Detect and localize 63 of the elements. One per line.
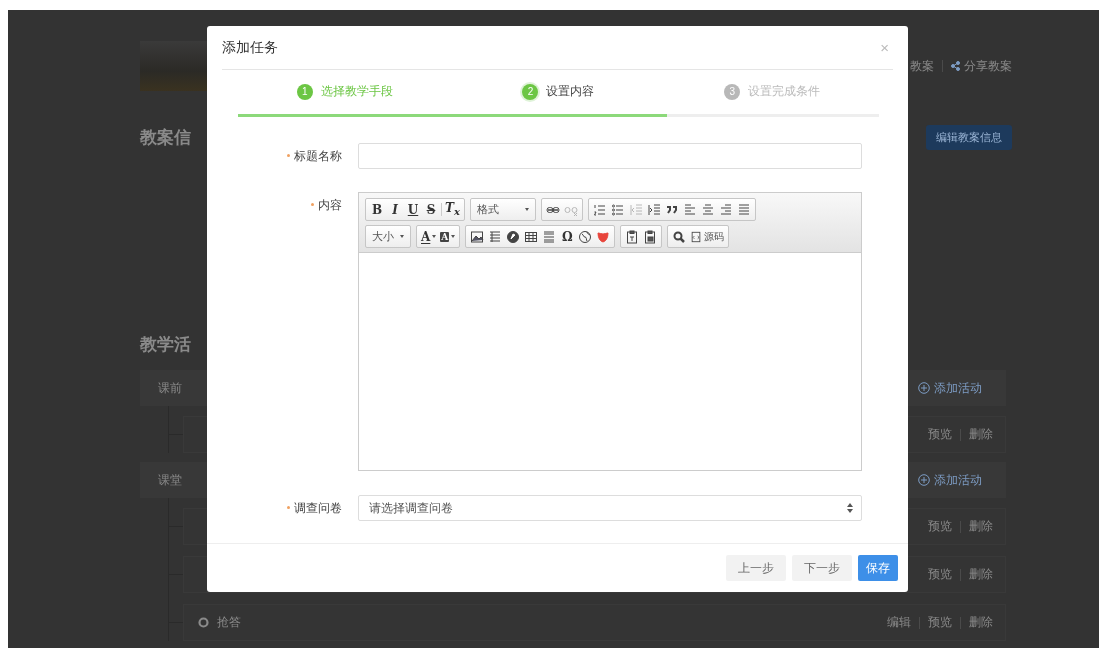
step-label: 选择教学手段 — [320, 83, 393, 100]
clipboard-icon[interactable] — [625, 229, 640, 244]
shield-icon[interactable] — [596, 229, 611, 244]
italic-button[interactable]: I — [386, 200, 404, 219]
align-right-icon[interactable] — [718, 202, 733, 217]
title-input-field[interactable] — [358, 143, 862, 169]
stage-title: 课前 — [158, 379, 182, 397]
format-dropdown[interactable]: 格式 — [472, 200, 533, 219]
step-label: 设置完成条件 — [748, 83, 821, 100]
row-action-link[interactable]: 删除 — [969, 426, 993, 443]
align-center-icon[interactable] — [700, 202, 715, 217]
sort-arrows-icon — [847, 503, 853, 513]
stage-title: 课堂 — [158, 471, 182, 489]
row-action-link[interactable]: 预览 — [928, 614, 952, 631]
activity-name: 抢答 — [217, 614, 241, 631]
row-action-link[interactable]: 编辑 — [887, 614, 911, 631]
cover-image-placeholder — [140, 41, 210, 91]
lines-icon[interactable] — [488, 229, 503, 244]
add-activity-link[interactable]: 添加活动 — [918, 379, 982, 397]
dialog-title: 添加任务 — [222, 38, 278, 57]
row-action-link[interactable]: 预览 — [928, 566, 952, 583]
format-dropdown[interactable]: 大小 — [368, 227, 408, 246]
row-action-link[interactable]: 删除 — [969, 518, 993, 535]
plus-circle-icon — [918, 474, 930, 486]
step-label: 设置内容 — [546, 83, 595, 100]
text-color-button[interactable]: A — [419, 227, 439, 246]
justify-icon[interactable] — [736, 202, 751, 217]
circle-icon — [198, 617, 209, 628]
clear-button[interactable]: T$_{x}$ — [443, 200, 462, 219]
bold-button[interactable]: B — [368, 200, 386, 219]
strike-button[interactable]: S — [422, 200, 440, 219]
clipboard-icon[interactable] — [643, 229, 658, 244]
bullet-list-icon[interactable] — [610, 202, 625, 217]
section-heading: 教学活 — [140, 334, 192, 356]
row-action-link[interactable]: 预览 — [928, 426, 952, 443]
add-activity-link[interactable]: 添加活动 — [918, 471, 982, 489]
plus-circle-icon — [918, 382, 930, 394]
row-action-link[interactable]: 删除 — [969, 566, 993, 583]
special-character-button[interactable]: Ω — [558, 227, 577, 246]
table-icon[interactable] — [524, 229, 539, 244]
numbered-list-icon[interactable] — [592, 202, 607, 217]
step-button[interactable]: 下一步 — [792, 555, 852, 581]
step-number: 2 — [522, 83, 539, 100]
step-number: 1 — [296, 83, 313, 100]
source-button[interactable]: 源码 — [688, 227, 727, 246]
step-button[interactable]: 上一步 — [726, 555, 786, 581]
search-icon[interactable] — [672, 229, 687, 244]
section-heading: 教案信 — [140, 127, 191, 149]
underline-button[interactable]: U — [404, 200, 422, 219]
field-label: 标题名称 — [294, 147, 342, 165]
questionnaire-select[interactable]: 请选择调查问卷 — [358, 495, 862, 521]
header-link[interactable]: 教案 — [910, 57, 934, 75]
field-label: 调查问卷 — [294, 499, 342, 517]
image-icon[interactable] — [470, 229, 485, 244]
row-action-link[interactable]: 删除 — [969, 614, 993, 631]
share-link[interactable]: 分享教案 — [964, 57, 1012, 75]
background-color-button[interactable]: A — [438, 227, 458, 246]
edit-info-button[interactable]: 编辑教案信息 — [926, 125, 1012, 150]
step-number: 3 — [724, 83, 741, 100]
row-action-link[interactable]: 预览 — [928, 518, 952, 535]
share-icon — [951, 61, 960, 71]
field-label: 内容 — [318, 196, 342, 214]
save-button[interactable]: 保存 — [858, 555, 898, 581]
